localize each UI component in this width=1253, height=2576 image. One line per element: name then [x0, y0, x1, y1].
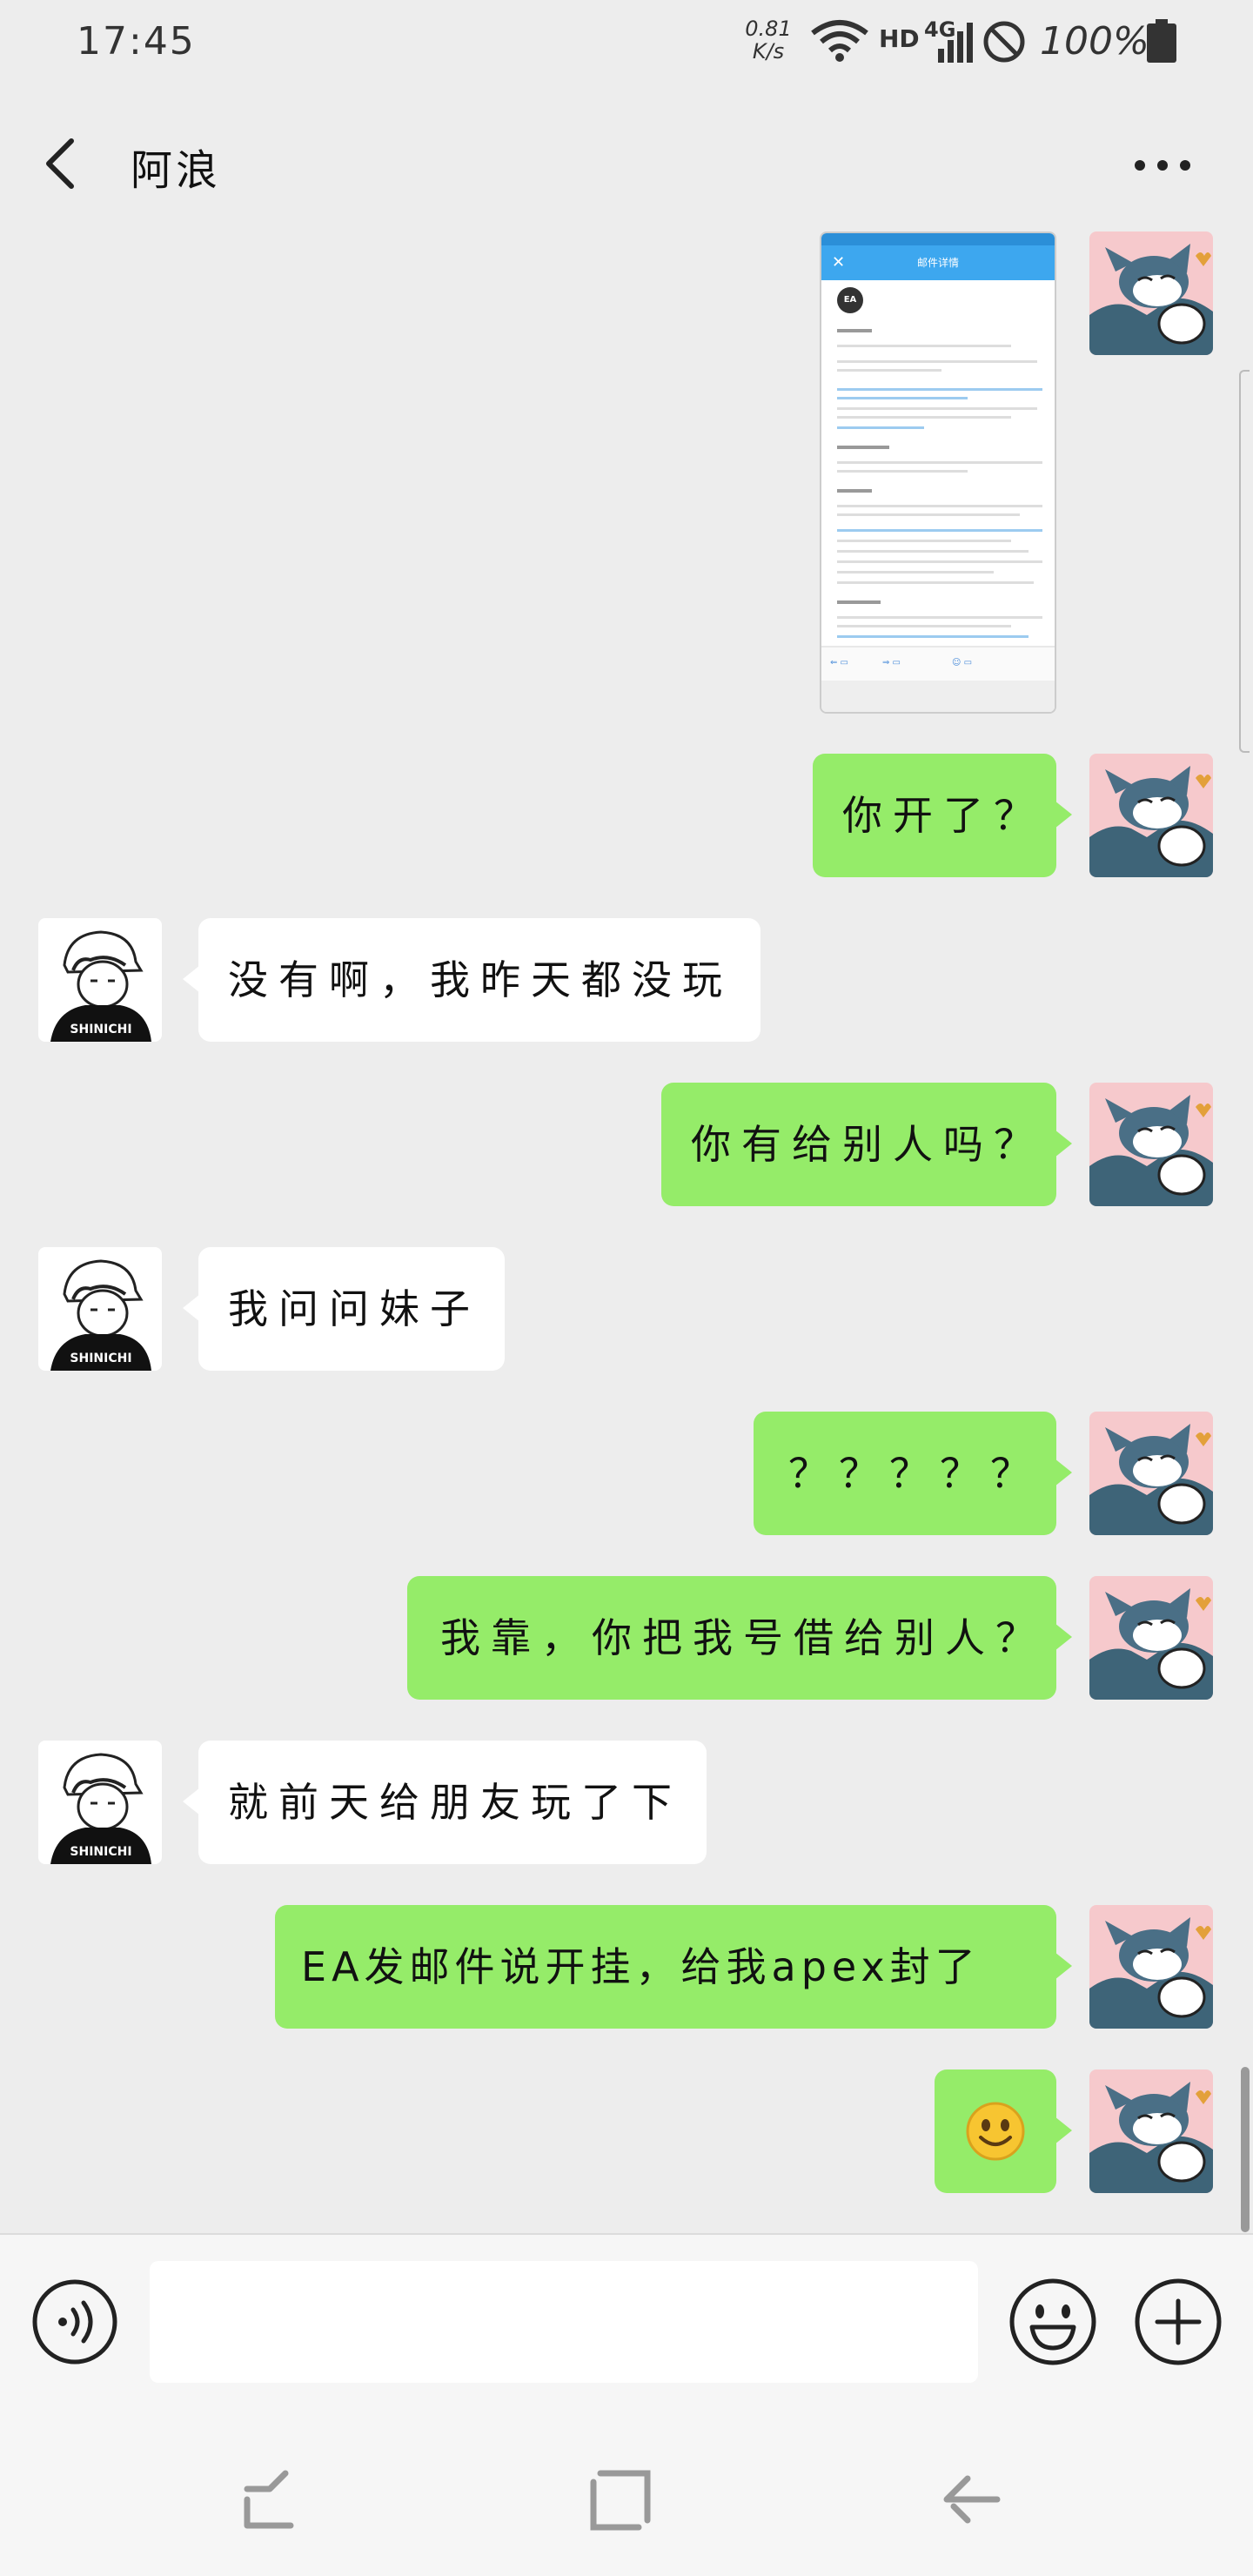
ea-logo: EA [837, 287, 863, 313]
status-time: 17:45 [77, 19, 196, 64]
do-not-disturb-icon [983, 21, 1025, 63]
message-bubble-sent[interactable] [935, 2070, 1072, 2193]
smile-emoji-icon [966, 2102, 1025, 2161]
avatar-self[interactable] [1089, 1576, 1213, 1700]
battery-icon [1147, 19, 1176, 63]
avatar-self[interactable] [1089, 1905, 1213, 2029]
avatar-self[interactable] [1089, 754, 1213, 877]
more-functions-button[interactable] [1133, 2277, 1223, 2367]
back-nav-icon[interactable] [936, 2465, 1006, 2534]
network-speed: 0.81 K/s [738, 17, 799, 63]
voice-icon [32, 2279, 117, 2365]
message-bubble-received[interactable]: 就前天给朋友玩了下 [183, 1741, 707, 1864]
message-bubble-sent[interactable]: 我靠，你把我号借给别人？ [407, 1576, 1072, 1700]
message-input[interactable] [150, 2261, 978, 2383]
system-navigation-bar [0, 2407, 1253, 2576]
avatar-contact[interactable] [38, 918, 162, 1042]
reply-icon: ⇐ ▭ [830, 658, 849, 667]
chevron-left-icon [46, 138, 74, 189]
chat-header: 阿浪 [0, 103, 1253, 216]
network-speed-unit: K/s [752, 39, 785, 64]
status-bar: 17:45 0.81 K/s HD 4G 100% [0, 0, 1253, 87]
forward-icon: ⇒ ▭ [882, 658, 901, 667]
message-bubble-sent[interactable]: ？？？？？ [754, 1412, 1072, 1535]
message-bubble-sent[interactable]: EA发邮件说开挂，给我apex封了 [275, 1905, 1072, 2029]
avatar-self[interactable] [1089, 1083, 1213, 1206]
emoji-button[interactable] [1008, 2277, 1098, 2367]
hd-indicator: HD [879, 24, 920, 53]
emoji-icon [1009, 2278, 1096, 2365]
more-dots-icon [1135, 160, 1145, 171]
avatar-self[interactable] [1089, 1412, 1213, 1535]
avatar-contact[interactable] [38, 1741, 162, 1864]
chat-title: 阿浪 [131, 146, 222, 195]
avatar-contact[interactable] [38, 1247, 162, 1371]
close-icon: ✕ [832, 253, 846, 272]
wifi-icon [811, 20, 868, 62]
avatar-self[interactable] [1089, 231, 1213, 355]
battery-percent: 100% [1040, 19, 1149, 64]
message-bubble-sent[interactable]: 你有给别人吗？ [661, 1083, 1072, 1206]
input-bar [0, 2233, 1253, 2407]
plus-icon [1135, 2278, 1222, 2365]
network-speed-value: 0.81 [745, 17, 792, 41]
screenshot-header-title: 邮件详情 [916, 257, 959, 269]
recent-apps-icon[interactable] [235, 2465, 305, 2534]
screenshot-header: ✕ 邮件详情 [821, 245, 1055, 280]
emoji-icon: ☺ ▭ [952, 658, 973, 667]
message-bubble-sent[interactable]: 你开了？ [813, 754, 1072, 877]
screenshot-footer: ⇐ ▭ ⇒ ▭ ☺ ▭ [821, 646, 1055, 681]
home-icon[interactable] [585, 2465, 654, 2534]
back-button[interactable] [35, 129, 96, 198]
voice-button[interactable] [31, 2278, 118, 2365]
scrollbar-thumb[interactable] [1241, 2067, 1250, 2232]
message-bubble-received[interactable]: 没有啊，我昨天都没玩 [183, 918, 761, 1042]
email-screenshot-image[interactable]: ✕ 邮件详情 EA ⇐ ▭ ⇒ ▭ ☺ ▭ [820, 231, 1056, 714]
signal-icon [938, 23, 973, 63]
message-bubble-received[interactable]: 我问问妹子 [183, 1247, 505, 1371]
avatar-self[interactable] [1089, 2070, 1213, 2193]
scroll-track [1239, 370, 1250, 753]
more-button[interactable] [1128, 138, 1197, 190]
